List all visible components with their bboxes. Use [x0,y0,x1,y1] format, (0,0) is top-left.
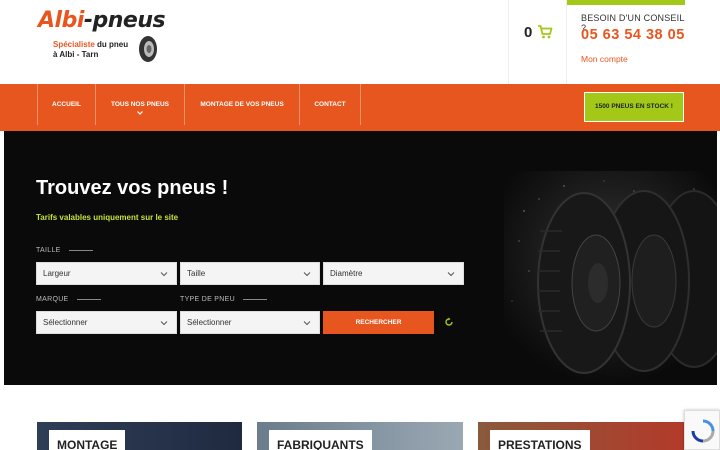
select-value: Diamètre [330,269,363,278]
diametre-select[interactable]: Diamètre [323,262,464,285]
card-label: PRESTATIONS [490,430,590,450]
largeur-select[interactable]: Largeur [36,262,177,285]
select-value: Sélectionner [43,318,88,327]
tire-icon [139,36,157,62]
card-label: FABRIQUANTS [269,430,372,450]
cart-icon [538,25,553,39]
select-value: Largeur [43,269,71,278]
nav-item-montage[interactable]: MONTAGE DE VOS PNEUS [185,84,300,125]
recaptcha-badge[interactable] [684,410,720,450]
label-taille: TAILLE [36,247,93,254]
recaptcha-icon [691,419,715,443]
chevron-down-icon [137,111,143,115]
label-type-pneu: TYPE DE PNEU [180,296,267,303]
phone-number[interactable]: 05 63 54 38 05 [581,27,685,43]
main-nav: ACCUEIL TOUS NOS PNEUS MONTAGE DE VOS PN… [0,84,720,131]
advice-accent-bar [567,0,685,5]
stock-button[interactable]: 1500 PNEUS EN STOCK ! [584,92,684,122]
card-label: MONTAGE [49,430,126,450]
site-header: Albi-pneus Spécialiste du pneu à Albi - … [0,0,720,84]
hero-subtitle: Tarifs valables uniquement sur le site [36,213,179,222]
chevron-down-icon [303,272,311,277]
account-link[interactable]: Mon compte [581,54,628,64]
cart-button[interactable]: 0 [508,0,566,84]
nav-item-label: MONTAGE DE VOS PNEUS [200,101,284,108]
marque-select[interactable]: Sélectionner [36,311,177,334]
card-prestations[interactable]: PRESTATIONS [478,422,684,450]
nav-item-tous-nos-pneus[interactable]: TOUS NOS PNEUS [96,84,185,125]
chevron-down-icon [303,321,311,326]
card-fabriquants[interactable]: FABRIQUANTS [257,422,463,450]
nav-item-label: CONTACT [314,101,346,108]
nav-item-contact[interactable]: CONTACT [300,84,361,125]
logo-brand: Albi-pneus [38,8,166,33]
select-value: Sélectionner [187,318,232,327]
nav-item-accueil[interactable]: ACCUEIL [37,84,96,125]
advice-box: BESOIN D'UN CONSEIL ? 05 63 54 38 05 Mon… [566,0,686,84]
search-button[interactable]: RECHERCHER [323,311,434,334]
taille-select[interactable]: Taille [180,262,320,285]
logo-tagline: Spécialiste du pneu à Albi - Tarn [53,40,129,59]
tires-image [504,171,717,385]
label-marque: MARQUE [36,296,101,303]
nav-item-label: ACCUEIL [52,101,81,108]
hero-title: Trouvez vos pneus ! [36,177,229,199]
nav-item-label: TOUS NOS PNEUS [110,101,170,108]
chevron-down-icon [447,272,455,277]
chevron-down-icon [160,321,168,326]
site-logo[interactable]: Albi-pneus Spécialiste du pneu à Albi - … [38,8,178,72]
type-pneu-select[interactable]: Sélectionner [180,311,320,334]
chevron-down-icon [160,272,168,277]
cart-count: 0 [524,24,533,41]
card-montage[interactable]: MONTAGE [37,422,242,450]
tire-search-hero: Trouvez vos pneus ! Tarifs valables uniq… [4,131,717,385]
select-value: Taille [187,269,206,278]
reset-icon[interactable] [444,317,454,327]
